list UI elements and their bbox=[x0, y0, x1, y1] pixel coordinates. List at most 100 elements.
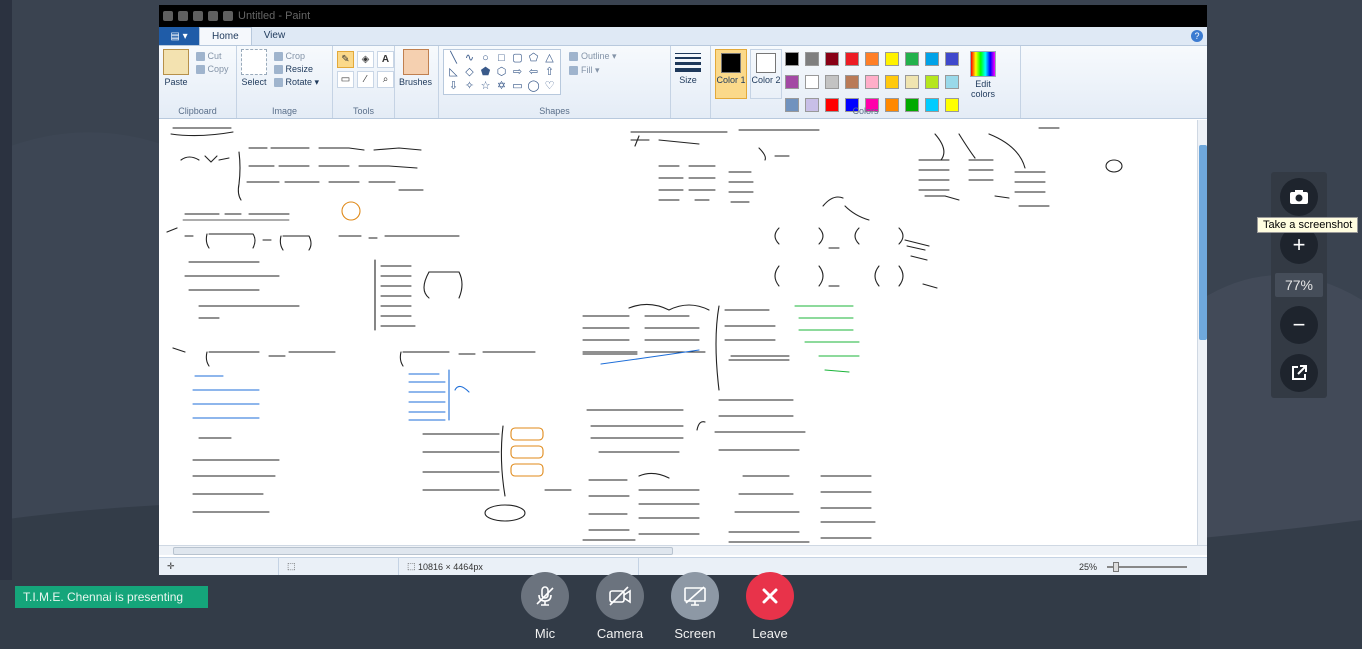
resize-button[interactable]: Resize bbox=[273, 64, 320, 75]
pentagon-shape-icon[interactable]: ⬟ bbox=[478, 66, 493, 79]
palette-swatch[interactable] bbox=[885, 75, 899, 89]
color1-button[interactable]: Color 1 bbox=[715, 49, 747, 99]
select-button[interactable]: Select bbox=[241, 49, 267, 87]
copy-button[interactable]: Copy bbox=[195, 64, 229, 75]
palette-swatch[interactable] bbox=[925, 52, 939, 66]
rounded-rect-shape-icon[interactable]: ▢ bbox=[510, 52, 525, 65]
outline-dropdown[interactable]: Outline ▾ bbox=[569, 51, 617, 62]
horizontal-scrollbar[interactable] bbox=[159, 545, 1207, 555]
triangle-shape-icon[interactable]: △ bbox=[542, 52, 557, 65]
camera-button[interactable] bbox=[596, 572, 644, 620]
screenshot-tooltip: Take a screenshot bbox=[1257, 217, 1359, 233]
palette-swatch[interactable] bbox=[785, 75, 799, 89]
six-point-star-icon[interactable]: ✡ bbox=[494, 80, 509, 93]
drawing-canvas[interactable] bbox=[159, 120, 1207, 545]
left-edge bbox=[0, 0, 12, 580]
magnifier-icon[interactable]: ⌕ bbox=[377, 71, 394, 88]
size-button[interactable]: Size bbox=[675, 49, 701, 85]
rotate-button[interactable]: Rotate ▾ bbox=[273, 77, 319, 88]
palette-swatch[interactable] bbox=[805, 75, 819, 89]
paste-icon bbox=[163, 49, 189, 75]
palette-swatch[interactable] bbox=[805, 52, 819, 66]
select-icon bbox=[241, 49, 267, 75]
camera-control[interactable]: Camera bbox=[595, 572, 645, 641]
diamond-shape-icon[interactable]: ◇ bbox=[462, 66, 477, 79]
palette-swatch[interactable] bbox=[905, 75, 919, 89]
scissors-icon bbox=[195, 52, 205, 62]
palette-swatch[interactable] bbox=[785, 52, 799, 66]
horizontal-scroll-thumb[interactable] bbox=[173, 547, 673, 555]
up-arrow-shape-icon[interactable]: ⇧ bbox=[542, 66, 557, 79]
paste-button[interactable]: Paste bbox=[163, 49, 189, 87]
brushes-button[interactable]: Brushes bbox=[399, 49, 432, 87]
tab-view[interactable]: View bbox=[252, 27, 298, 45]
redo-icon[interactable] bbox=[208, 11, 218, 21]
cut-button[interactable]: Cut bbox=[195, 51, 229, 62]
palette-swatch[interactable] bbox=[905, 52, 919, 66]
shapes-gallery[interactable]: ╲ ∿ ○ □ ▢ ⬠ △ ◺ ◇ ⬟ ⬡ ⇨ ⇦ ⇧ ⇩ ✧ ☆ ✡ ▭ ◯ … bbox=[443, 49, 561, 95]
palette-swatch[interactable] bbox=[945, 75, 959, 89]
outline-icon bbox=[569, 52, 578, 62]
oval-shape-icon[interactable]: ○ bbox=[478, 52, 493, 65]
mic-control[interactable]: Mic bbox=[520, 572, 570, 641]
screenshot-button[interactable] bbox=[1280, 178, 1318, 216]
left-arrow-shape-icon[interactable]: ⇦ bbox=[526, 66, 541, 79]
tab-home[interactable]: Home bbox=[199, 27, 252, 45]
polygon-shape-icon[interactable]: ⬠ bbox=[526, 52, 541, 65]
palette-swatch[interactable] bbox=[845, 75, 859, 89]
fill-icon bbox=[569, 66, 578, 76]
palette-swatch[interactable] bbox=[825, 52, 839, 66]
brushes-label: Brushes bbox=[399, 77, 433, 87]
mic-button[interactable] bbox=[521, 572, 569, 620]
zoom-slider[interactable] bbox=[1107, 562, 1187, 572]
leave-control[interactable]: Leave bbox=[745, 572, 795, 641]
palette-swatch[interactable] bbox=[945, 52, 959, 66]
qat-dropdown-icon[interactable] bbox=[223, 11, 233, 21]
palette-swatch[interactable] bbox=[885, 52, 899, 66]
right-arrow-shape-icon[interactable]: ⇨ bbox=[510, 66, 525, 79]
oval-callout-icon[interactable]: ◯ bbox=[526, 80, 541, 93]
crop-button[interactable]: Crop bbox=[273, 51, 320, 62]
rectangle-shape-icon[interactable]: □ bbox=[494, 52, 509, 65]
four-point-star-icon[interactable]: ✧ bbox=[462, 80, 477, 93]
callout-shape-icon[interactable]: ▭ bbox=[510, 80, 525, 93]
file-menu-button[interactable]: ▤ ▾ bbox=[159, 27, 199, 45]
color-picker-icon[interactable]: ⁄ bbox=[357, 71, 374, 88]
palette-swatch[interactable] bbox=[845, 52, 859, 66]
fill-dropdown[interactable]: Fill ▾ bbox=[569, 65, 617, 76]
palette-swatch[interactable] bbox=[825, 75, 839, 89]
right-triangle-shape-icon[interactable]: ◺ bbox=[446, 66, 461, 79]
zoom-slider-knob[interactable] bbox=[1113, 562, 1119, 572]
select-label: Select bbox=[241, 77, 267, 87]
text-icon[interactable]: A bbox=[377, 51, 394, 68]
shapes-group: ╲ ∿ ○ □ ▢ ⬠ △ ◺ ◇ ⬟ ⬡ ⇨ ⇦ ⇧ ⇩ ✧ ☆ ✡ ▭ ◯ … bbox=[439, 46, 671, 118]
five-point-star-icon[interactable]: ☆ bbox=[478, 80, 493, 93]
down-arrow-shape-icon[interactable]: ⇩ bbox=[446, 80, 461, 93]
pencil-icon[interactable]: ✎ bbox=[337, 51, 354, 68]
hexagon-shape-icon[interactable]: ⬡ bbox=[494, 66, 509, 79]
help-icon[interactable]: ? bbox=[1191, 30, 1203, 42]
heart-shape-icon[interactable]: ♡ bbox=[542, 80, 557, 93]
curve-shape-icon[interactable]: ∿ bbox=[462, 52, 477, 65]
clipboard-group: Paste Cut Copy Clipboard bbox=[159, 46, 237, 118]
undo-icon[interactable] bbox=[193, 11, 203, 21]
edit-colors-label: Edit colors bbox=[970, 79, 995, 99]
popout-button[interactable] bbox=[1280, 354, 1318, 392]
screen-control[interactable]: Screen bbox=[670, 572, 720, 641]
screen-button[interactable] bbox=[671, 572, 719, 620]
image-group: Select Crop Resize Rotate ▾ Image bbox=[237, 46, 333, 118]
zoom-out-button[interactable]: − bbox=[1280, 306, 1318, 344]
colors-group: Color 1 Color 2 Edit colors Colors bbox=[711, 46, 1021, 118]
vertical-scrollbar[interactable] bbox=[1197, 120, 1207, 545]
palette-swatch[interactable] bbox=[865, 75, 879, 89]
color2-button[interactable]: Color 2 bbox=[750, 49, 782, 99]
palette-swatch[interactable] bbox=[865, 52, 879, 66]
line-shape-icon[interactable]: ╲ bbox=[446, 52, 461, 65]
palette-swatch[interactable] bbox=[925, 75, 939, 89]
brush-icon bbox=[402, 49, 429, 75]
fill-bucket-icon[interactable]: ◈ bbox=[357, 51, 374, 68]
vertical-scroll-thumb[interactable] bbox=[1199, 145, 1207, 340]
eraser-icon[interactable]: ▭ bbox=[337, 71, 354, 88]
save-icon[interactable] bbox=[178, 11, 188, 21]
leave-button[interactable] bbox=[746, 572, 794, 620]
